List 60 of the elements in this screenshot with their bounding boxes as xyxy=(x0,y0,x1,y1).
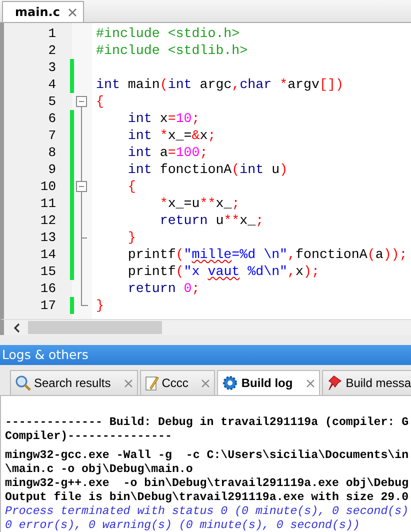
pushpin-icon xyxy=(326,375,343,391)
code-line: printf("x vaut %d\n",x); xyxy=(126,264,320,279)
code-line: } xyxy=(126,230,136,245)
line-number: 13 xyxy=(39,230,56,245)
line-number: 17 xyxy=(39,298,56,313)
code-line: return u**x_; xyxy=(158,213,264,228)
log-line: -------------- Build: Debug in travail291119a (compiler: G xyxy=(5,416,410,430)
panel-tab[interactable]: Search results xyxy=(10,370,138,395)
code-line: #include <stdio.h> xyxy=(96,26,240,41)
log-line: Compiler)--------------- xyxy=(5,430,173,444)
close-icon[interactable] xyxy=(68,8,77,16)
code-line: } xyxy=(96,298,104,313)
search-icon xyxy=(15,375,31,391)
log-line: Process terminated with status 0 (0 minute(s), 0 second(s) xyxy=(5,505,410,519)
line-number: 4 xyxy=(47,77,56,92)
scroll-left-icon[interactable] xyxy=(12,322,22,332)
line-number: 2 xyxy=(47,43,56,58)
notepad-pencil-icon xyxy=(144,375,159,391)
line-number: 11 xyxy=(39,196,56,211)
fold-toggle-icon[interactable] xyxy=(75,93,88,110)
file-tab[interactable]: main.c xyxy=(2,1,84,22)
line-number: 1 xyxy=(47,26,56,41)
code-line: int a=100; xyxy=(126,145,208,160)
line-number: 8 xyxy=(47,145,56,160)
panel-title: Logs & others xyxy=(0,345,411,365)
panel-tab[interactable]: Build log xyxy=(217,370,320,395)
log-line: \main.c -o obj\Debug\main.o xyxy=(5,463,194,477)
panel-tab[interactable]: Build messa xyxy=(322,370,411,395)
fold-toggle-icon[interactable] xyxy=(75,178,88,195)
line-number: 12 xyxy=(39,213,56,228)
log-line: mingw32-g++.exe -o bin\Debug\travail291119a.exe obj\Debug xyxy=(5,477,410,491)
line-number: 7 xyxy=(47,128,56,143)
code-line: { xyxy=(96,94,104,109)
line-number: 15 xyxy=(39,264,56,279)
line-number: 9 xyxy=(47,162,56,177)
code-line: { xyxy=(126,179,136,194)
gear-icon xyxy=(222,375,238,391)
code-line: int main(int argc,char *argv[]) xyxy=(96,77,344,92)
close-icon[interactable] xyxy=(306,378,315,388)
code-line: return 0; xyxy=(126,281,200,296)
code-line: printf("mille=%d \n",fonctionA(a)); xyxy=(126,247,408,262)
scrollbar-thumb[interactable] xyxy=(28,321,162,334)
line-number: 14 xyxy=(39,247,56,262)
code-line: *x_=u**x_; xyxy=(158,196,240,211)
line-number: 3 xyxy=(47,60,56,75)
code-line: int fonctionA(int u) xyxy=(126,162,288,177)
log-line: Output file is bin\Debug\travail291119a.exe with size 29.0 xyxy=(5,491,410,505)
panel-tab[interactable]: Cccc xyxy=(140,370,216,395)
line-number: 10 xyxy=(39,179,56,194)
code-line: #include <stdlib.h> xyxy=(96,43,248,58)
code-line: int x=10; xyxy=(126,111,200,126)
log-line: mingw32-gcc.exe -Wall -g -c C:\Users\sicilia\Documents\in xyxy=(5,449,410,463)
close-icon[interactable] xyxy=(124,378,133,388)
line-number: 6 xyxy=(47,111,56,126)
line-number: 16 xyxy=(39,281,56,296)
close-icon[interactable] xyxy=(201,378,210,388)
fold-end-marker xyxy=(81,297,88,306)
log-line: 0 error(s), 0 warning(s) (0 minute(s), 0 second(s)) xyxy=(5,519,361,532)
code-line: int *x_=&x; xyxy=(126,128,216,143)
line-number: 5 xyxy=(47,94,56,109)
